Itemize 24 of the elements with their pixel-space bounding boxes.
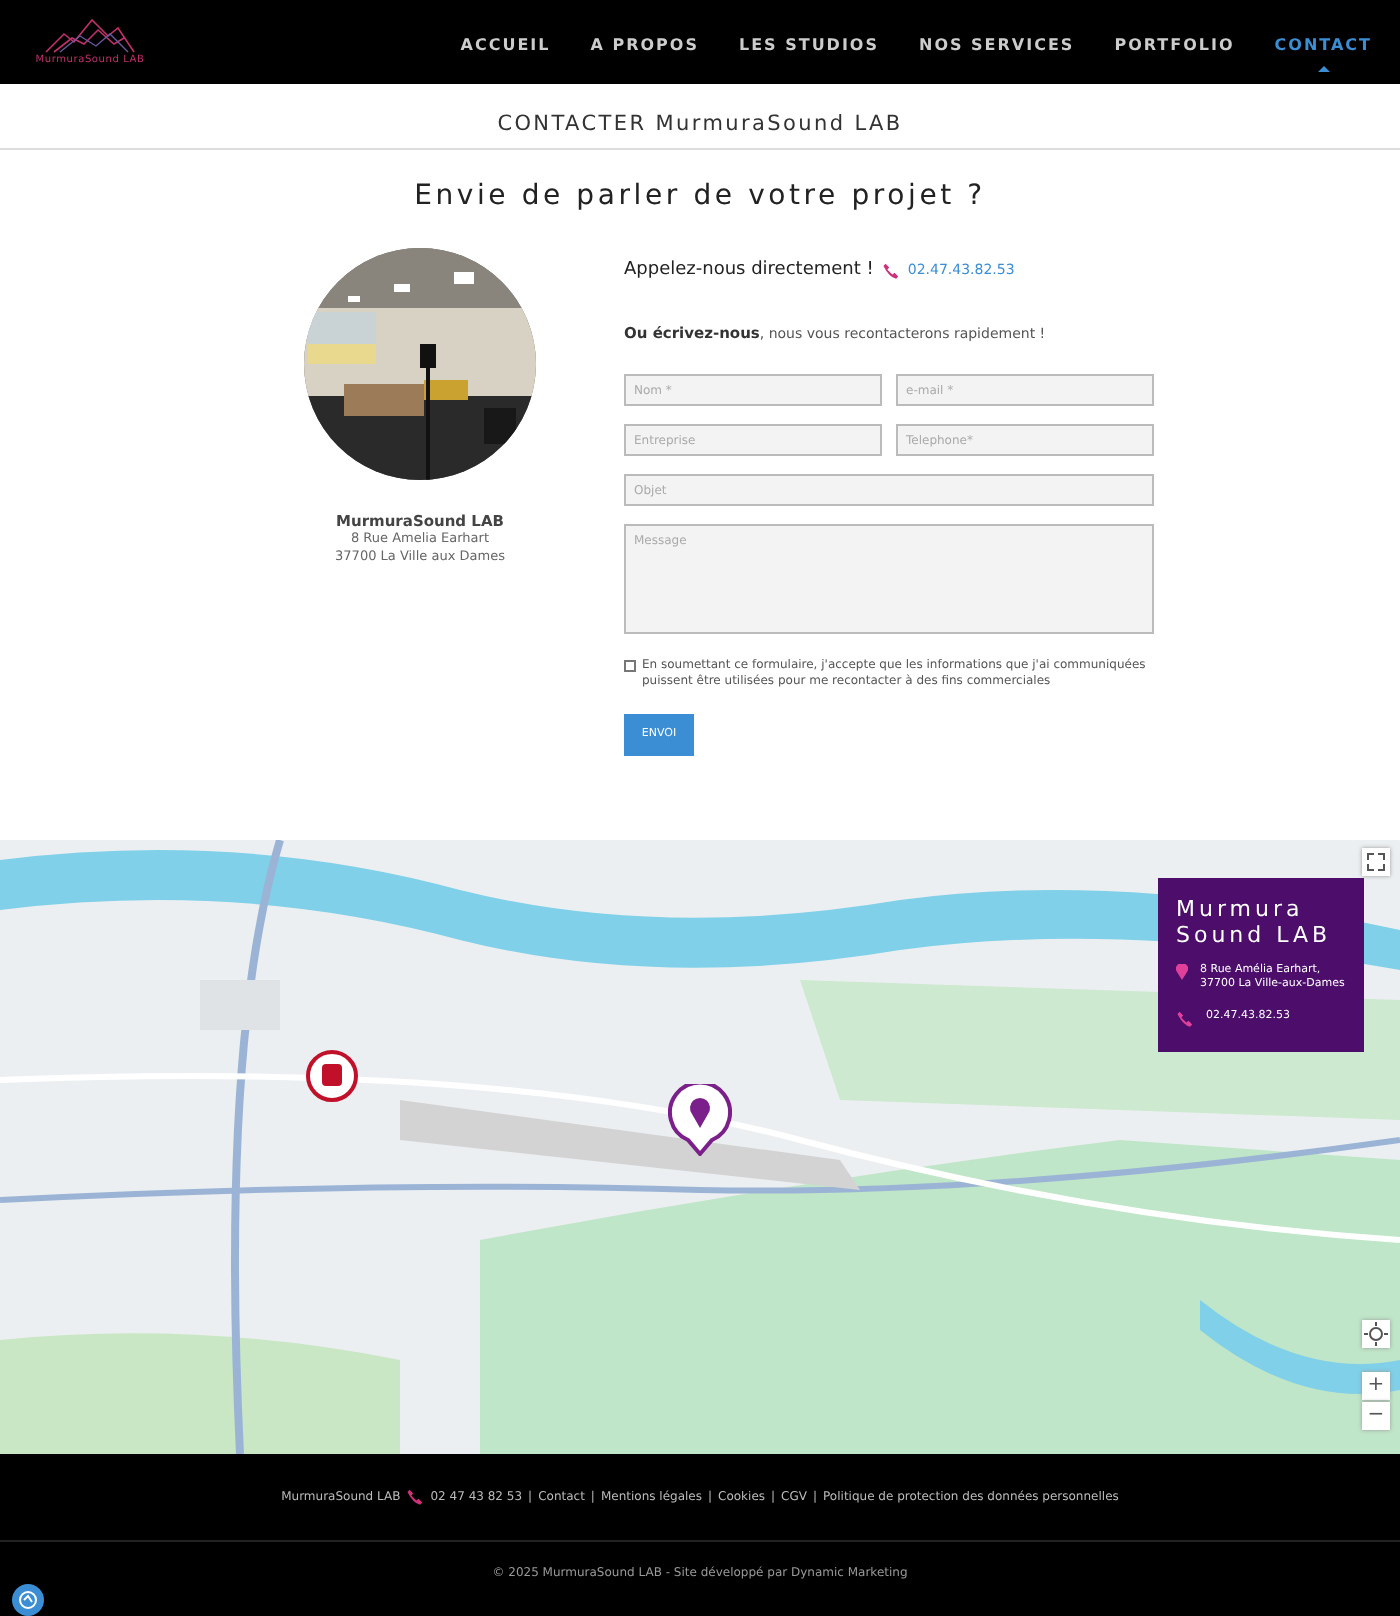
nav-link[interactable]: CONTACT bbox=[1274, 24, 1372, 72]
call-label: Appelez-nous directement ! bbox=[624, 260, 874, 280]
nav-link[interactable]: ACCUEIL bbox=[460, 24, 551, 72]
zoom-in-button[interactable]: + bbox=[1362, 1372, 1390, 1400]
consent-checkbox[interactable] bbox=[624, 660, 636, 672]
accessibility-icon bbox=[18, 1590, 38, 1610]
card-title: Sound LAB bbox=[1176, 922, 1334, 948]
mountain-logo-icon bbox=[44, 18, 136, 54]
section-heading: Envie de parler de votre projet ? bbox=[412, 180, 988, 212]
phone-icon bbox=[1176, 1010, 1194, 1028]
card-title: Murmura bbox=[1176, 896, 1306, 922]
phone-icon bbox=[881, 261, 900, 279]
location-pin-icon bbox=[1176, 964, 1188, 980]
pan-control-icon[interactable] bbox=[1362, 1320, 1390, 1348]
nav-link[interactable]: PORTFOLIO bbox=[1114, 24, 1235, 72]
fullscreen-icon[interactable] bbox=[1362, 848, 1390, 876]
nav-link[interactable]: NOS SERVICES bbox=[919, 24, 1075, 72]
zoom-out-button[interactable]: − bbox=[1362, 1402, 1390, 1430]
phone-icon bbox=[406, 1488, 425, 1506]
page-title: CONTACTER MurmuraSound LAB bbox=[497, 112, 903, 136]
accessibility-button[interactable] bbox=[12, 1584, 44, 1616]
nav-link[interactable]: LES STUDIOS bbox=[738, 24, 879, 72]
nav-link[interactable]: A PROPOS bbox=[590, 24, 699, 72]
location-marker-icon[interactable] bbox=[668, 1084, 732, 1156]
